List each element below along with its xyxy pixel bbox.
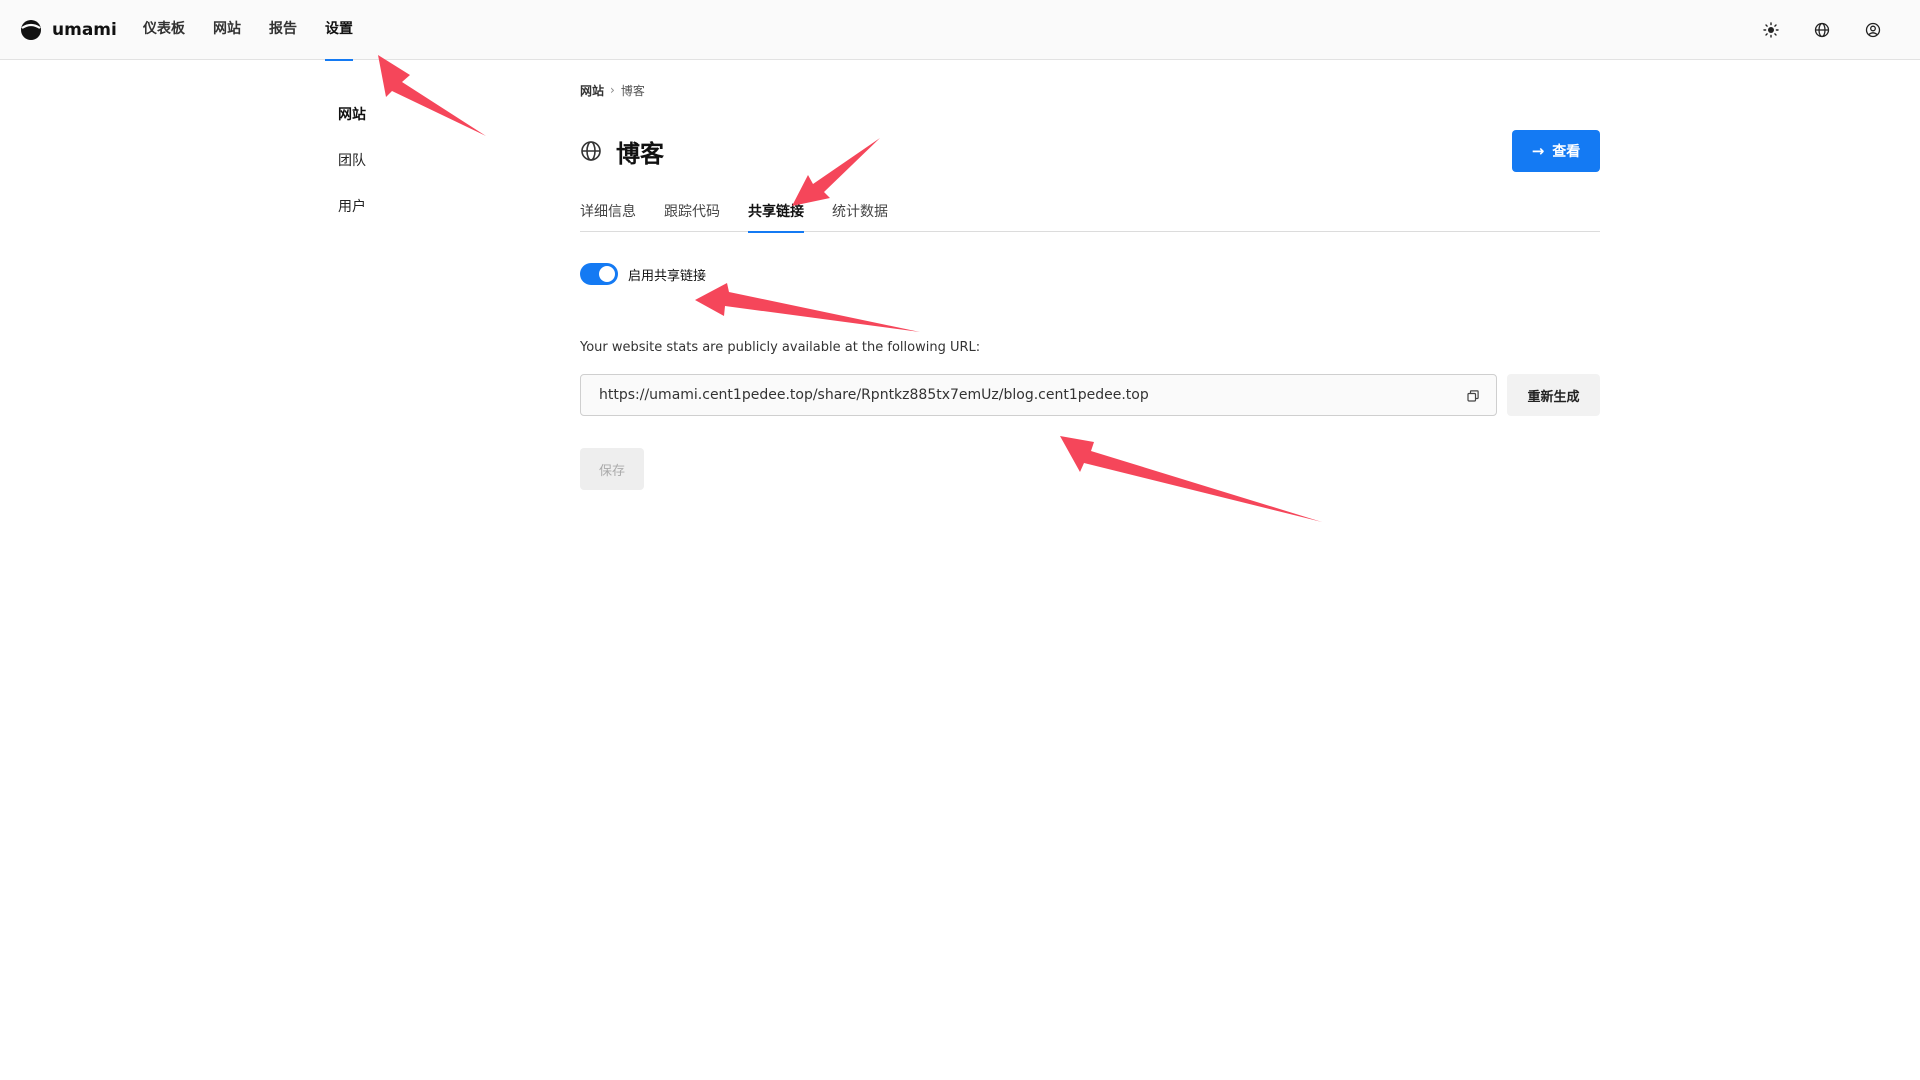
language-button[interactable] xyxy=(1811,19,1833,41)
globe-icon xyxy=(581,141,601,161)
page-title: 博客 xyxy=(616,139,664,168)
view-button-label: 查看 xyxy=(1552,144,1581,160)
app-logo[interactable]: umami xyxy=(20,18,117,42)
arrow-right-icon: → xyxy=(1531,142,1545,160)
nav-settings[interactable]: 设置 xyxy=(325,0,353,61)
breadcrumb-parent[interactable]: 网站 xyxy=(580,82,604,99)
save-button[interactable]: 保存 xyxy=(580,448,644,490)
share-url-field[interactable]: https://umami.cent1pedee.top/share/Rpntk… xyxy=(580,374,1497,416)
tab-share-url[interactable]: 共享链接 xyxy=(748,200,804,233)
chevron-right-icon: › xyxy=(610,83,615,97)
sidebar-item-users[interactable]: 用户 xyxy=(338,196,366,218)
sun-icon xyxy=(1763,22,1779,38)
tab-details[interactable]: 详细信息 xyxy=(580,200,636,232)
sidebar-item-websites[interactable]: 网站 xyxy=(338,104,366,126)
nav-reports[interactable]: 报告 xyxy=(269,0,297,60)
profile-button[interactable] xyxy=(1862,19,1884,41)
tab-data[interactable]: 统计数据 xyxy=(832,200,888,232)
share-toggle-label: 启用共享链接 xyxy=(628,268,707,284)
main-nav: 仪表板 网站 报告 设置 xyxy=(143,0,381,61)
umami-logo-icon xyxy=(21,20,41,40)
share-url-toggle[interactable] xyxy=(580,263,618,285)
settings-sidebar: 网站 团队 用户 xyxy=(338,104,366,242)
top-right-actions xyxy=(1731,19,1884,41)
share-url-row: https://umami.cent1pedee.top/share/Rpntk… xyxy=(580,374,1600,416)
nav-websites[interactable]: 网站 xyxy=(213,0,241,60)
tab-tracking-code[interactable]: 跟踪代码 xyxy=(664,200,720,232)
share-url-value: https://umami.cent1pedee.top/share/Rpntk… xyxy=(599,387,1149,403)
annotation-arrow-settings xyxy=(378,55,486,136)
main-content: 网站 › 博客 博客 → 查看 详细信息 跟踪代码 共享链接 统计数据 启用共享… xyxy=(580,80,1600,490)
breadcrumb: 网站 › 博客 xyxy=(580,80,1600,100)
breadcrumb-current: 博客 xyxy=(620,83,645,98)
view-button[interactable]: → 查看 xyxy=(1512,130,1600,172)
sidebar-item-teams[interactable]: 团队 xyxy=(338,150,366,172)
share-description: Your website stats are publicly availabl… xyxy=(580,340,981,355)
website-tabs: 详细信息 跟踪代码 共享链接 统计数据 xyxy=(580,200,1600,233)
top-navigation-bar: umami 仪表板 网站 报告 设置 xyxy=(0,0,1920,61)
regenerate-button[interactable]: 重新生成 xyxy=(1507,374,1600,416)
user-circle-icon xyxy=(1865,22,1881,38)
globe-icon xyxy=(1814,22,1830,38)
theme-toggle-button[interactable] xyxy=(1760,19,1782,41)
copy-icon[interactable] xyxy=(1466,389,1480,403)
page-header: 博客 → 查看 xyxy=(580,130,1600,172)
nav-dashboard[interactable]: 仪表板 xyxy=(143,0,185,60)
share-toggle-row: 启用共享链接 xyxy=(580,262,1600,286)
app-name: umami xyxy=(52,20,117,40)
